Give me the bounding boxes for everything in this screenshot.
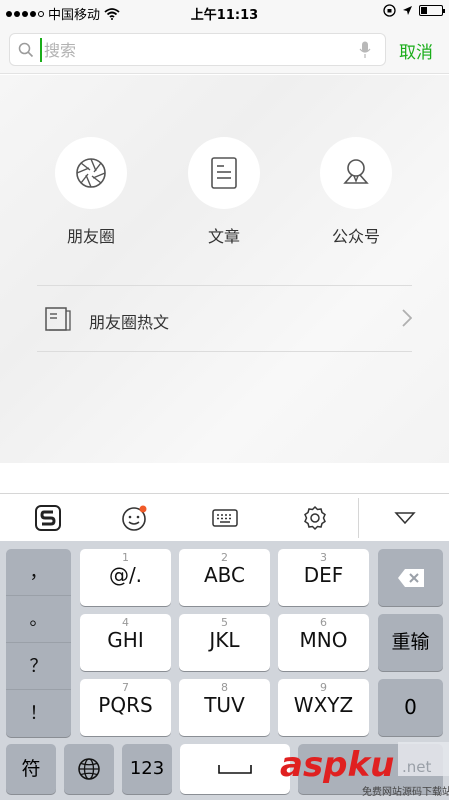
key-6-label: MNO <box>299 628 348 652</box>
key-3[interactable]: 3 DEF <box>278 549 369 606</box>
key-1[interactable]: 1 @/. <box>80 549 171 606</box>
category-official-accounts-label: 公众号 <box>331 227 380 246</box>
key-4-label: GHI <box>107 628 144 652</box>
key-9[interactable]: 9 WXYZ <box>278 679 369 736</box>
space-key[interactable] <box>180 744 290 794</box>
key-4[interactable]: 4 GHI <box>80 614 171 671</box>
symbols-key[interactable]: 符 <box>6 744 56 794</box>
numbers-key[interactable]: 123 <box>122 744 172 794</box>
key-1-label: @/. <box>108 563 143 587</box>
document-icon <box>211 157 237 189</box>
key-6[interactable]: 6 MNO <box>278 614 369 671</box>
sogou-logo-button[interactable] <box>33 504 63 532</box>
backspace-icon <box>397 568 424 587</box>
settings-gear-icon <box>304 505 326 531</box>
chevron-right-icon <box>402 309 412 327</box>
watermark-brand: aspku <box>280 745 394 785</box>
key-7[interactable]: 7 PQRS <box>80 679 171 736</box>
key-6-number: 6 <box>320 616 327 629</box>
key-5-number: 5 <box>221 616 228 629</box>
watermark-suffix: .net <box>402 758 432 776</box>
search-box[interactable] <box>9 33 386 66</box>
watermark-caption: 免费网站源码下载站 <box>362 785 449 798</box>
collapse-keyboard-button[interactable] <box>390 504 420 532</box>
key-8-number: 8 <box>221 681 228 694</box>
orientation-lock-icon <box>383 4 396 17</box>
watermark-graphic: aspku .net 免费网站源码下载站 <box>280 742 449 798</box>
moments-hot-articles-label: 朋友圈热文 <box>89 313 170 332</box>
moments-hot-articles-row[interactable]: 朋友圈热文 <box>37 287 412 351</box>
key-5[interactable]: 5 JKL <box>179 614 270 671</box>
keyboard-switch-button[interactable] <box>210 504 240 532</box>
category-articles[interactable]: 文章 <box>164 137 284 247</box>
divider-bottom <box>37 351 412 352</box>
status-icons <box>383 4 445 17</box>
shutter-icon <box>76 158 106 188</box>
category-moments[interactable]: 朋友圈 <box>31 137 151 247</box>
search-category-panel: 朋友圈 文章 公众号 朋友圈热文 <box>0 75 449 463</box>
key-1-number: 1 <box>122 551 129 564</box>
search-input[interactable] <box>40 38 340 62</box>
key-2-number: 2 <box>221 551 228 564</box>
person-icon <box>343 159 369 184</box>
globe-icon <box>78 758 100 780</box>
space-bar-icon <box>218 765 252 774</box>
article-list-icon <box>45 307 71 331</box>
reenter-key[interactable]: 重输 <box>378 614 443 671</box>
category-moments-circle <box>55 137 127 209</box>
key-4-number: 4 <box>122 616 129 629</box>
ime-toolbar <box>0 493 449 541</box>
punct-key-question[interactable]: ？ <box>6 643 71 690</box>
key-2-label: ABC <box>203 563 245 587</box>
keyboard-icon <box>212 509 238 527</box>
globe-key[interactable] <box>64 744 114 794</box>
key-8-label: TUV <box>204 693 245 717</box>
key-7-number: 7 <box>122 681 129 694</box>
key-3-label: DEF <box>303 563 344 587</box>
key-9-label: WXYZ <box>293 693 354 717</box>
location-arrow-icon <box>403 6 412 15</box>
collapse-triangle-icon <box>394 512 416 525</box>
category-articles-label: 文章 <box>207 227 240 246</box>
search-bar: 取消 <box>0 24 449 74</box>
nine-key-keyboard: ， 。 ？ ！ 1 @/. 2 ABC 3 DEF 4 GHI 5 JKL 6 … <box>0 541 449 800</box>
key-9-number: 9 <box>320 681 327 694</box>
settings-button[interactable] <box>300 504 330 532</box>
key-3-number: 3 <box>320 551 327 564</box>
category-official-accounts-circle <box>320 137 392 209</box>
sogou-logo-icon <box>35 505 61 531</box>
category-official-accounts[interactable]: 公众号 <box>296 137 416 247</box>
key-8[interactable]: 8 TUV <box>179 679 270 736</box>
emoji-icon <box>122 505 147 531</box>
punct-key-comma[interactable]: ， <box>6 549 71 596</box>
key-7-label: PQRS <box>98 693 153 717</box>
status-bar: 中国移动 上午11:13 <box>0 0 449 24</box>
category-articles-circle <box>188 137 260 209</box>
cancel-button[interactable]: 取消 <box>399 38 433 63</box>
punct-key-exclaim[interactable]: ！ <box>6 690 71 737</box>
ime-toolbar-separator <box>358 498 359 538</box>
key-2[interactable]: 2 ABC <box>179 549 270 606</box>
backspace-key[interactable] <box>378 549 443 606</box>
zero-key[interactable]: 0 <box>378 679 443 736</box>
battery-icon <box>419 5 445 16</box>
status-time: 上午11:13 <box>190 8 259 23</box>
key-5-label: JKL <box>209 628 240 652</box>
watermark-logo: aspku .net 免费网站源码下载站 <box>278 738 449 800</box>
microphone-icon[interactable] <box>359 41 371 59</box>
search-icon <box>18 42 34 58</box>
emoji-button[interactable] <box>120 504 150 532</box>
divider-top <box>37 285 412 286</box>
punct-key-period[interactable]: 。 <box>6 596 71 643</box>
punctuation-column: ， 。 ？ ！ <box>6 549 71 737</box>
category-moments-label: 朋友圈 <box>66 227 115 246</box>
